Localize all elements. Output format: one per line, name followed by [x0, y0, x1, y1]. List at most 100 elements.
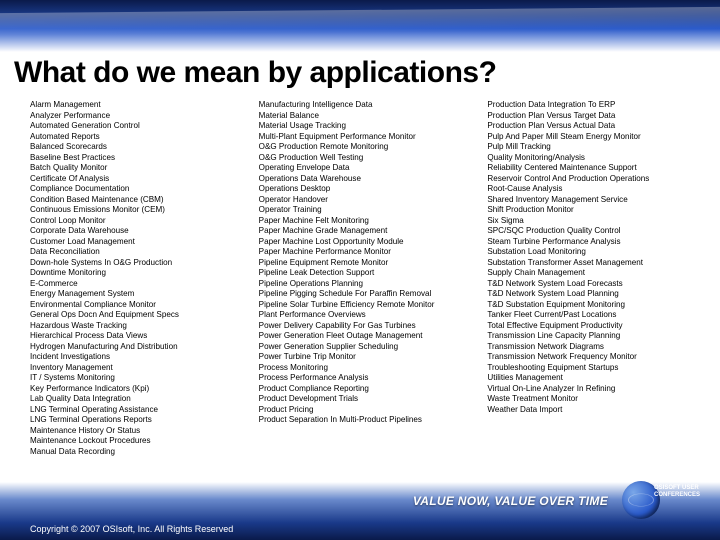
list-item: Inventory Management [30, 363, 249, 374]
list-item: General Ops Docn And Equipment Specs [30, 310, 249, 321]
list-item: Pulp And Paper Mill Steam Energy Monitor [487, 132, 706, 143]
bottom-band: VALUE NOW, VALUE OVER TIME OSISOFT USER … [0, 482, 720, 540]
list-item: Product Compliance Reporting [259, 384, 478, 395]
tagline: VALUE NOW, VALUE OVER TIME [413, 494, 608, 508]
list-item: Material Balance [259, 111, 478, 122]
list-item: Production Plan Versus Actual Data [487, 121, 706, 132]
logo-line-2: CONFERENCES [654, 492, 700, 499]
page-title: What do we mean by applications? [0, 52, 720, 96]
list-item: Steam Turbine Performance Analysis [487, 237, 706, 248]
list-item: Pipeline Operations Planning [259, 279, 478, 290]
list-item: O&G Production Well Testing [259, 153, 478, 164]
list-item: O&G Production Remote Monitoring [259, 142, 478, 153]
list-item: Product Pricing [259, 405, 478, 416]
list-item: Operator Training [259, 205, 478, 216]
list-item: Pipeline Leak Detection Support [259, 268, 478, 279]
list-item: Maintenance History Or Status [30, 426, 249, 437]
list-item: Compliance Documentation [30, 184, 249, 195]
column-3: Production Data Integration To ERPProduc… [487, 100, 706, 457]
list-item: Power Generation Fleet Outage Management [259, 331, 478, 342]
list-item: Utilities Management [487, 373, 706, 384]
list-item: Condition Based Maintenance (CBM) [30, 195, 249, 206]
list-item: Reliability Centered Maintenance Support [487, 163, 706, 174]
list-item: IT / Systems Monitoring [30, 373, 249, 384]
list-item: Transmission Network Frequency Monitor [487, 352, 706, 363]
list-item: Waste Treatment Monitor [487, 394, 706, 405]
list-item: Transmission Line Capacity Planning [487, 331, 706, 342]
list-item: Hazardous Waste Tracking [30, 321, 249, 332]
list-item: Power Turbine Trip Monitor [259, 352, 478, 363]
list-item: Operating Envelope Data [259, 163, 478, 174]
list-item: Pipeline Equipment Remote Monitor [259, 258, 478, 269]
list-item: Downtime Monitoring [30, 268, 249, 279]
list-item: Tanker Fleet Current/Past Locations [487, 310, 706, 321]
list-item: Paper Machine Performance Monitor [259, 247, 478, 258]
list-item: Production Plan Versus Target Data [487, 111, 706, 122]
list-item: T&D Network System Load Planning [487, 289, 706, 300]
copyright: Copyright © 2007 OSIsoft, Inc. All Right… [30, 524, 233, 534]
logo-text: OSISOFT USER CONFERENCES [654, 485, 700, 499]
list-item: Lab Quality Data Integration [30, 394, 249, 405]
list-item: Pipeline Pigging Schedule For Paraffin R… [259, 289, 478, 300]
list-item: Shift Production Monitor [487, 205, 706, 216]
list-item: Transmission Network Diagrams [487, 342, 706, 353]
applications-columns: Alarm ManagementAnalyzer PerformanceAuto… [0, 96, 720, 457]
list-item: Corporate Data Warehouse [30, 226, 249, 237]
list-item: Weather Data Import [487, 405, 706, 416]
list-item: Alarm Management [30, 100, 249, 111]
list-item: Pulp Mill Tracking [487, 142, 706, 153]
list-item: T&D Network System Load Forecasts [487, 279, 706, 290]
list-item: Reservoir Control And Production Operati… [487, 174, 706, 185]
list-item: Operations Desktop [259, 184, 478, 195]
list-item: Down-hole Systems In O&G Production [30, 258, 249, 269]
list-item: Operations Data Warehouse [259, 174, 478, 185]
list-item: Energy Management System [30, 289, 249, 300]
list-item: Root-Cause Analysis [487, 184, 706, 195]
list-item: Key Performance Indicators (Kpi) [30, 384, 249, 395]
list-item: Maintenance Lockout Procedures [30, 436, 249, 447]
list-item: Quality Monitoring/Analysis [487, 153, 706, 164]
list-item: Paper Machine Grade Management [259, 226, 478, 237]
list-item: Shared Inventory Management Service [487, 195, 706, 206]
list-item: Process Monitoring [259, 363, 478, 374]
list-item: Six Sigma [487, 216, 706, 227]
list-item: Material Usage Tracking [259, 121, 478, 132]
osisoft-logo: OSISOFT USER CONFERENCES [622, 481, 702, 526]
list-item: E-Commerce [30, 279, 249, 290]
list-item: Continuous Emissions Monitor (CEM) [30, 205, 249, 216]
list-item: Operator Handover [259, 195, 478, 206]
list-item: Product Separation In Multi-Product Pipe… [259, 415, 478, 426]
list-item: Paper Machine Lost Opportunity Module [259, 237, 478, 248]
list-item: Data Reconciliation [30, 247, 249, 258]
logo-line-1: OSISOFT USER [654, 485, 700, 492]
list-item: Manual Data Recording [30, 447, 249, 458]
list-item: Environmental Compliance Monitor [30, 300, 249, 311]
list-item: Incident Investigations [30, 352, 249, 363]
list-item: T&D Substation Equipment Monitoring [487, 300, 706, 311]
column-1: Alarm ManagementAnalyzer PerformanceAuto… [30, 100, 249, 457]
list-item: LNG Terminal Operations Reports [30, 415, 249, 426]
list-item: Hydrogen Manufacturing And Distribution [30, 342, 249, 353]
list-item: Automated Generation Control [30, 121, 249, 132]
list-item: Power Delivery Capability For Gas Turbin… [259, 321, 478, 332]
list-item: Plant Performance Overviews [259, 310, 478, 321]
list-item: Analyzer Performance [30, 111, 249, 122]
list-item: Certificate Of Analysis [30, 174, 249, 185]
list-item: Total Effective Equipment Productivity [487, 321, 706, 332]
list-item: Substation Transformer Asset Management [487, 258, 706, 269]
list-item: Customer Load Management [30, 237, 249, 248]
list-item: Automated Reports [30, 132, 249, 143]
list-item: Process Performance Analysis [259, 373, 478, 384]
list-item: LNG Terminal Operating Assistance [30, 405, 249, 416]
list-item: Control Loop Monitor [30, 216, 249, 227]
list-item: Production Data Integration To ERP [487, 100, 706, 111]
list-item: Troubleshooting Equipment Startups [487, 363, 706, 374]
list-item: Virtual On-Line Analyzer In Refining [487, 384, 706, 395]
list-item: Product Development Trials [259, 394, 478, 405]
top-banner [0, 0, 720, 52]
list-item: SPC/SQC Production Quality Control [487, 226, 706, 237]
list-item: Paper Machine Felt Monitoring [259, 216, 478, 227]
list-item: Baseline Best Practices [30, 153, 249, 164]
list-item: Power Generation Supplier Scheduling [259, 342, 478, 353]
list-item: Pipeline Solar Turbine Efficiency Remote… [259, 300, 478, 311]
